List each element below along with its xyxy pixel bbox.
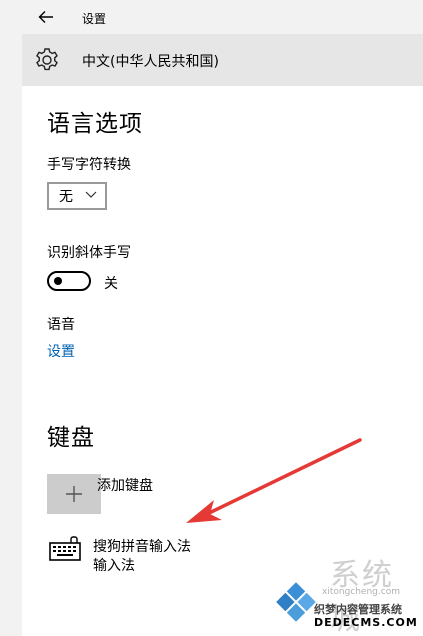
watermark-site-name: 织梦内容管理系统 [314,603,402,616]
language-options-heading: 语言选项 [47,111,143,137]
toggle-state-label: 关 [104,276,118,292]
watermark-url: xitongcheng.com [322,587,400,597]
window-left-edge [0,0,22,636]
title-bar: 设置 [22,0,423,34]
toggle-knob [54,277,62,285]
keyboard-name: 搜狗拼音输入法 [93,539,191,555]
watermark: 系统城 xitongcheng.com 织梦内容管理系统 DEDECMS.COM [272,550,423,636]
window-title: 设置 [82,12,107,26]
add-keyboard-button[interactable] [47,474,101,514]
add-keyboard-label[interactable]: 添加键盘 [97,475,153,495]
back-arrow-icon [38,11,53,23]
speech-label: 语音 [47,317,75,333]
page-title: 中文(中华人民共和国) [82,54,219,70]
windows-logo-icon [276,582,316,622]
speech-settings-link[interactable]: 设置 [47,341,75,361]
plus-icon [66,486,82,502]
chevron-down-icon [85,191,97,198]
keyboard-icon [49,536,81,561]
settings-window: 设置 中文(中华人民共和国) 语言选项 手写字符转换 无 识别斜体手写 关 语音… [0,0,423,636]
keyboard-heading: 键盘 [47,425,95,451]
keyboard-subtitle: 输入法 [93,558,135,574]
handwriting-dropdown[interactable]: 无 [47,182,107,210]
handwriting-value: 无 [59,189,73,205]
handwriting-label: 手写字符转换 [47,157,131,173]
italic-handwriting-toggle[interactable] [47,271,91,291]
watermark-domain: DEDECMS.COM [314,616,418,629]
italic-handwriting-label: 识别斜体手写 [47,245,131,261]
back-button[interactable] [36,8,56,26]
gear-icon [36,48,58,71]
page-header: 中文(中华人民共和国) [22,34,423,86]
